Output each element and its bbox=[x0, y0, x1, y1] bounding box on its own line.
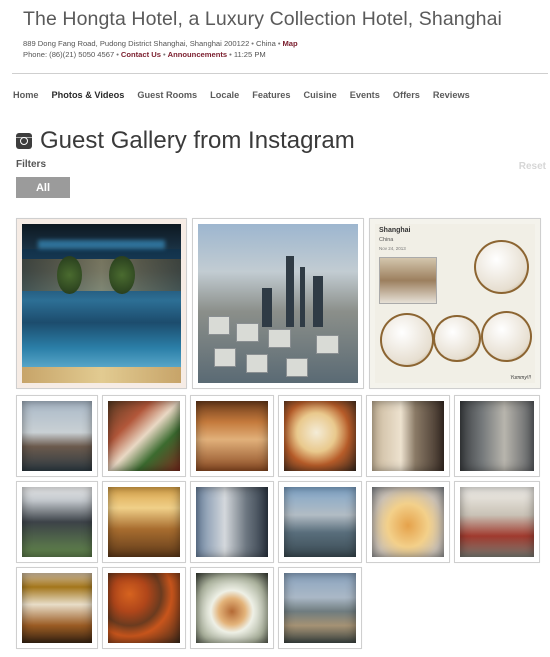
photo-pastry bbox=[372, 487, 444, 557]
main-nav: Home Photos & Videos Guest Rooms Locale … bbox=[13, 90, 483, 100]
photo-dinner-plates bbox=[284, 401, 356, 471]
photo-bund-view bbox=[22, 401, 92, 471]
gallery-photo[interactable] bbox=[16, 218, 187, 389]
photo-hairy-crabs bbox=[108, 573, 180, 643]
gallery-photo[interactable]: Shanghai China Nov 24, 2013 Yummy!!! bbox=[369, 218, 541, 389]
photo-guest-room bbox=[108, 487, 180, 557]
hotel-phone: Phone: (86)(21) 5050 4567 bbox=[23, 50, 115, 59]
gallery-photo[interactable] bbox=[190, 481, 274, 563]
gallery-photo[interactable] bbox=[190, 395, 274, 477]
local-time: 11:25 PM bbox=[233, 50, 266, 59]
hotel-address: 889 Dong Fang Road, Pudong District Shan… bbox=[23, 39, 250, 48]
hotel-country: China bbox=[255, 39, 276, 48]
hotel-contact-line: Phone: (86)(21) 5050 4567 • Contact Us • Ann… bbox=[23, 50, 266, 59]
hotel-title: The Hongta Hotel, a Luxury Collection Ho… bbox=[23, 8, 502, 30]
gallery-photo[interactable] bbox=[278, 481, 362, 563]
photo-market-stall bbox=[108, 401, 180, 471]
gallery-photo[interactable] bbox=[278, 395, 362, 477]
photo-hotel-tower bbox=[22, 487, 92, 557]
gallery-photo[interactable] bbox=[102, 481, 186, 563]
gallery-photo[interactable] bbox=[190, 567, 274, 649]
collage-date-label: Nov 24, 2013 bbox=[379, 246, 406, 251]
nav-offers[interactable]: Offers bbox=[393, 90, 420, 100]
gallery-photo[interactable] bbox=[366, 395, 450, 477]
gallery-heading: Guest Gallery from Instagram bbox=[16, 127, 355, 155]
map-link[interactable]: Map bbox=[282, 39, 297, 48]
photo-window-view bbox=[22, 573, 92, 643]
filter-all-button[interactable]: All bbox=[16, 177, 70, 198]
gallery-photo[interactable] bbox=[102, 567, 186, 649]
gallery-photo[interactable] bbox=[192, 218, 364, 389]
collage-city-label: Shanghai bbox=[379, 227, 411, 234]
photo-bathroom-tub bbox=[196, 401, 268, 471]
gallery-photo[interactable] bbox=[454, 395, 540, 477]
nav-reviews[interactable]: Reviews bbox=[433, 90, 470, 100]
nav-features[interactable]: Features bbox=[252, 90, 290, 100]
filters-label: Filters bbox=[16, 159, 47, 170]
nav-locale[interactable]: Locale bbox=[210, 90, 239, 100]
gallery-photo[interactable] bbox=[366, 481, 450, 563]
announcements-link[interactable]: Announcements bbox=[168, 50, 228, 59]
photo-street-phonebooth bbox=[460, 487, 534, 557]
photo-pudong-skyline bbox=[198, 224, 358, 383]
photo-city-view bbox=[284, 487, 356, 557]
contact-us-link[interactable]: Contact Us bbox=[121, 50, 161, 59]
reset-filters-link[interactable]: Reset bbox=[519, 161, 546, 172]
photo-plated-dish bbox=[196, 573, 268, 643]
gallery-photo[interactable] bbox=[454, 481, 540, 563]
gallery-title: Guest Gallery from Instagram bbox=[40, 127, 355, 154]
gallery-photo[interactable] bbox=[16, 395, 98, 477]
nav-photos-videos[interactable]: Photos & Videos bbox=[52, 90, 125, 100]
photo-skyline-dusk bbox=[284, 573, 356, 643]
photo-lobby-wall bbox=[460, 401, 534, 471]
photo-indoor-pool bbox=[22, 224, 181, 383]
photo-room-collage bbox=[372, 401, 444, 471]
nav-home[interactable]: Home bbox=[13, 90, 39, 100]
hotel-address-line: 889 Dong Fang Road, Pudong District Shan… bbox=[23, 39, 298, 48]
header-divider bbox=[12, 73, 548, 74]
gallery-photo[interactable] bbox=[16, 567, 98, 649]
gallery-photo[interactable] bbox=[102, 395, 186, 477]
collage-country-label: China bbox=[379, 237, 394, 243]
instagram-icon bbox=[16, 133, 32, 149]
gallery-photo[interactable] bbox=[278, 567, 362, 649]
gallery-photo[interactable] bbox=[16, 481, 98, 563]
collage-caption: Yummy!!! bbox=[510, 375, 531, 381]
nav-cuisine[interactable]: Cuisine bbox=[304, 90, 337, 100]
photo-soup-dumplings-collage: Shanghai China Nov 24, 2013 Yummy!!! bbox=[375, 224, 535, 383]
nav-guest-rooms[interactable]: Guest Rooms bbox=[137, 90, 197, 100]
photo-hotel-facade bbox=[196, 487, 268, 557]
nav-events[interactable]: Events bbox=[350, 90, 380, 100]
